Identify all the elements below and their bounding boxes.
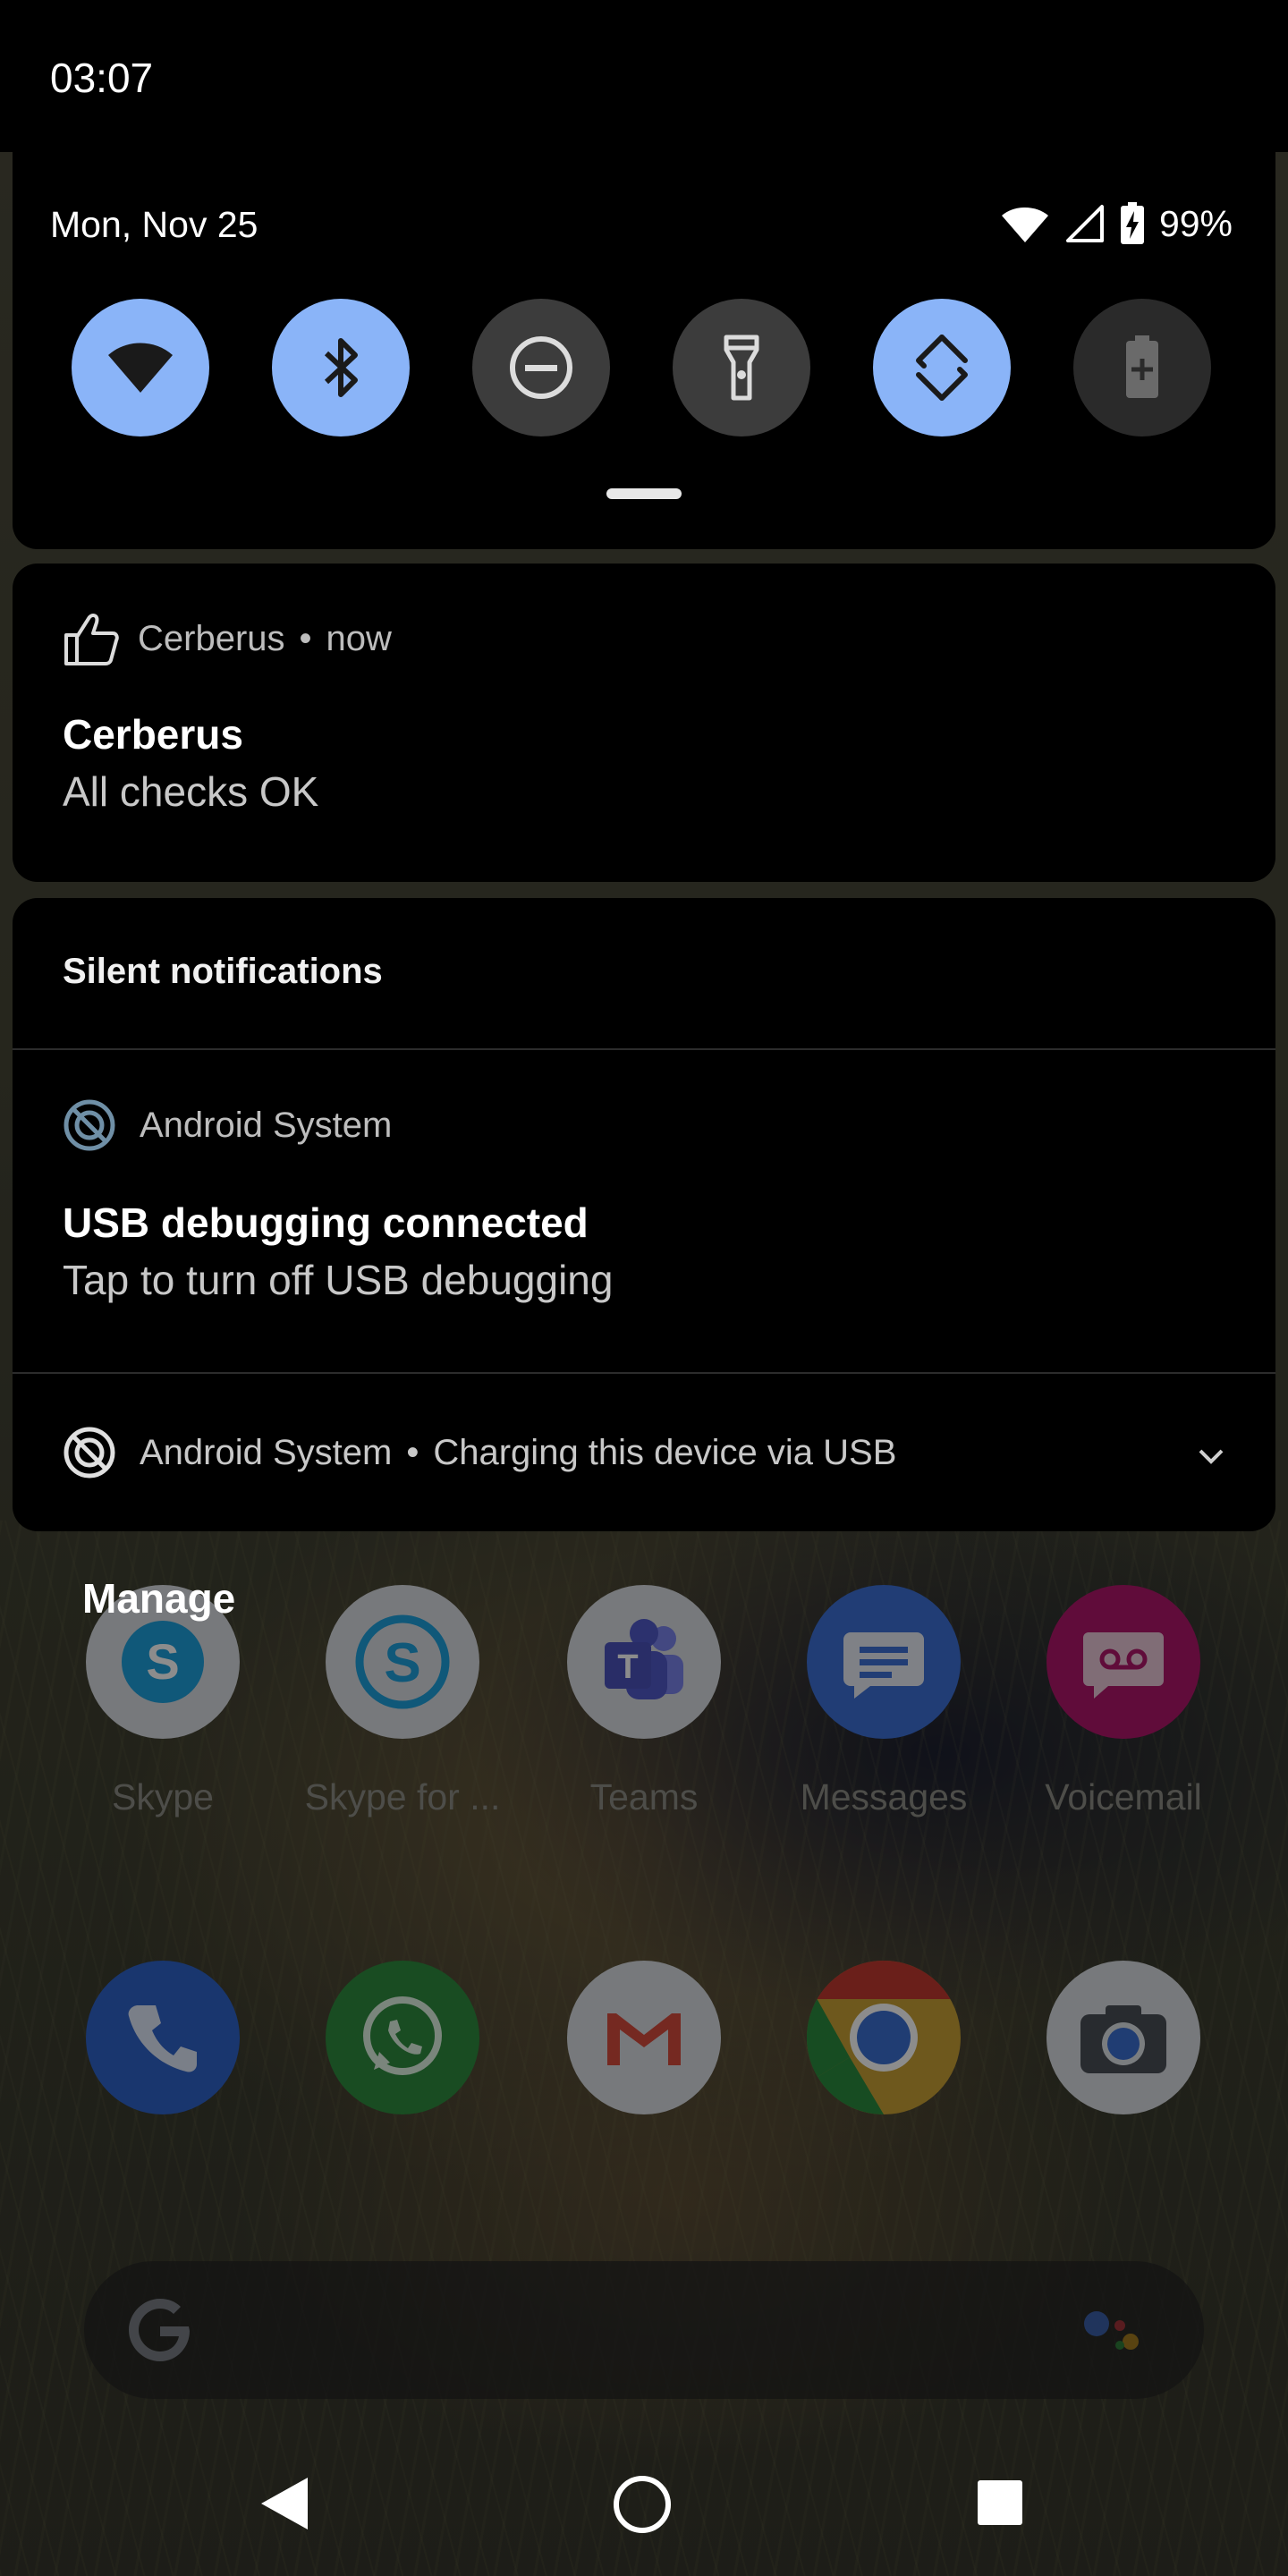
battery-charging-icon — [1120, 202, 1144, 244]
back-button[interactable] — [258, 2474, 311, 2533]
notification-header: Android System — [63, 1098, 392, 1152]
qs-date[interactable]: Mon, Nov 25 — [50, 204, 258, 246]
notification-header: Android System • Charging this device vi… — [63, 1426, 896, 1479]
tile-battery-saver[interactable] — [1073, 299, 1211, 436]
thumbs-up-icon — [64, 614, 119, 665]
notification-text: Charging this device via USB — [433, 1432, 897, 1472]
qs-drag-handle[interactable] — [606, 488, 682, 499]
navigation-bar — [0, 2442, 1288, 2576]
notification-app-name: Android System — [140, 1105, 393, 1145]
battery-saver-icon — [1126, 335, 1158, 398]
do-not-disturb-icon — [510, 336, 572, 399]
wifi-status-icon — [1001, 208, 1048, 242]
notification-charging[interactable]: Android System • Charging this device vi… — [13, 1374, 1275, 1531]
notification-title: USB debugging connected — [63, 1199, 589, 1246]
wifi-icon — [108, 343, 173, 393]
tile-bluetooth[interactable] — [272, 299, 410, 436]
notification-cerberus[interactable]: Cerberus • now Cerberus All checks OK — [13, 564, 1275, 882]
tile-wifi[interactable] — [72, 299, 209, 436]
home-button[interactable] — [612, 2474, 673, 2535]
android-system-icon — [64, 1099, 115, 1151]
header-separator: • — [299, 618, 312, 658]
header-separator: • — [406, 1432, 419, 1472]
recents-button[interactable] — [975, 2478, 1025, 2528]
status-icons: 99% — [1000, 199, 1233, 249]
silent-notifications-header: Silent notifications — [63, 952, 383, 991]
notification-text: All checks OK — [63, 768, 319, 815]
cell-signal-icon — [1065, 205, 1104, 242]
notification-app-name: Android System — [140, 1432, 393, 1472]
notification-text: Tap to turn off USB debugging — [63, 1257, 614, 1303]
notification-app-name: Cerberus — [138, 618, 285, 658]
notification-title: Cerberus — [63, 711, 243, 758]
chevron-down-icon[interactable] — [1197, 1445, 1225, 1467]
flashlight-icon — [724, 335, 759, 401]
tile-auto-rotate[interactable] — [873, 299, 1011, 436]
battery-percent: 99% — [1158, 202, 1233, 244]
silent-notifications-group: Silent notifications Android System USB … — [13, 898, 1275, 1531]
bluetooth-icon — [324, 338, 358, 397]
notification-time: now — [326, 618, 392, 658]
manage-notifications-button[interactable]: Manage — [82, 1574, 235, 1623]
notification-header: Cerberus • now — [63, 610, 392, 667]
auto-rotate-icon — [916, 335, 968, 401]
android-system-icon — [64, 1427, 115, 1479]
tile-do-not-disturb[interactable] — [472, 299, 610, 436]
quick-settings-tiles — [72, 299, 1216, 438]
status-time: 03:07 — [50, 55, 154, 101]
notification-usb-debugging[interactable]: Android System USB debugging connected T… — [13, 1050, 1275, 1376]
status-bar — [0, 0, 1288, 152]
tile-flashlight[interactable] — [673, 299, 810, 436]
